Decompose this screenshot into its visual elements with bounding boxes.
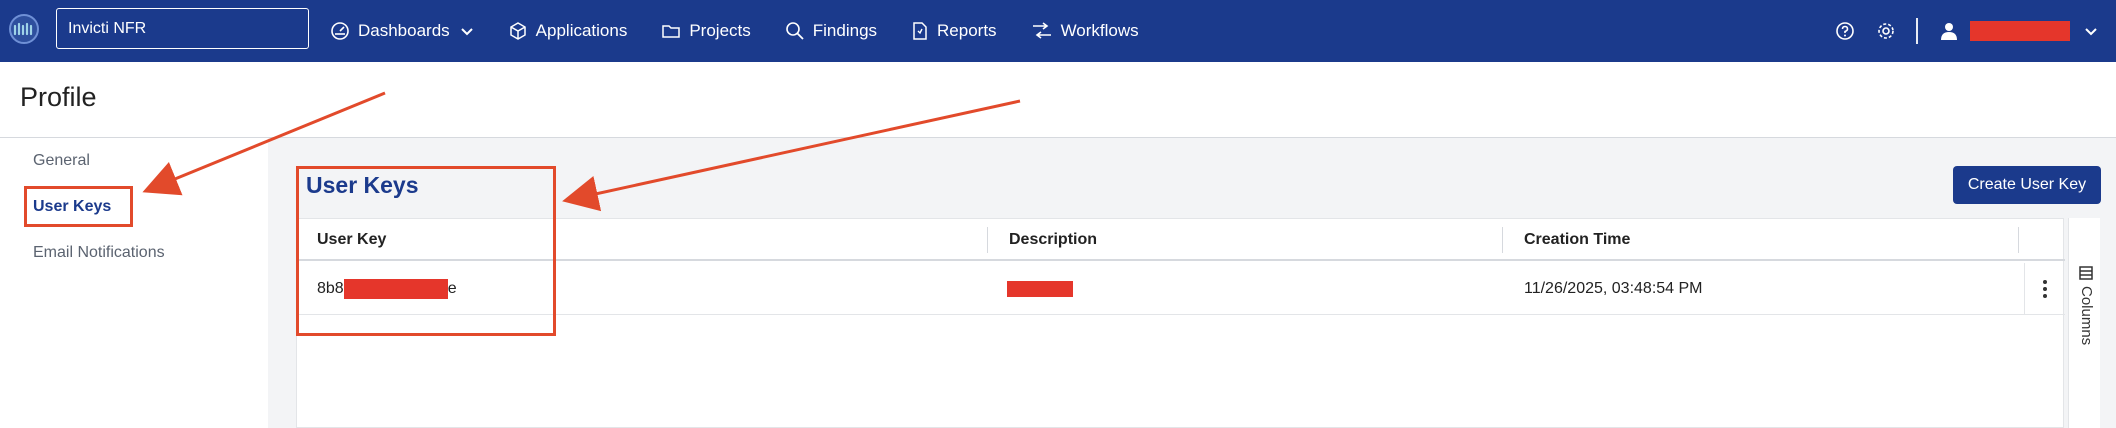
annotation-arrow: [142, 91, 386, 196]
annotation-arrow: [562, 99, 1021, 212]
annotation-arrows: [142, 91, 1021, 212]
